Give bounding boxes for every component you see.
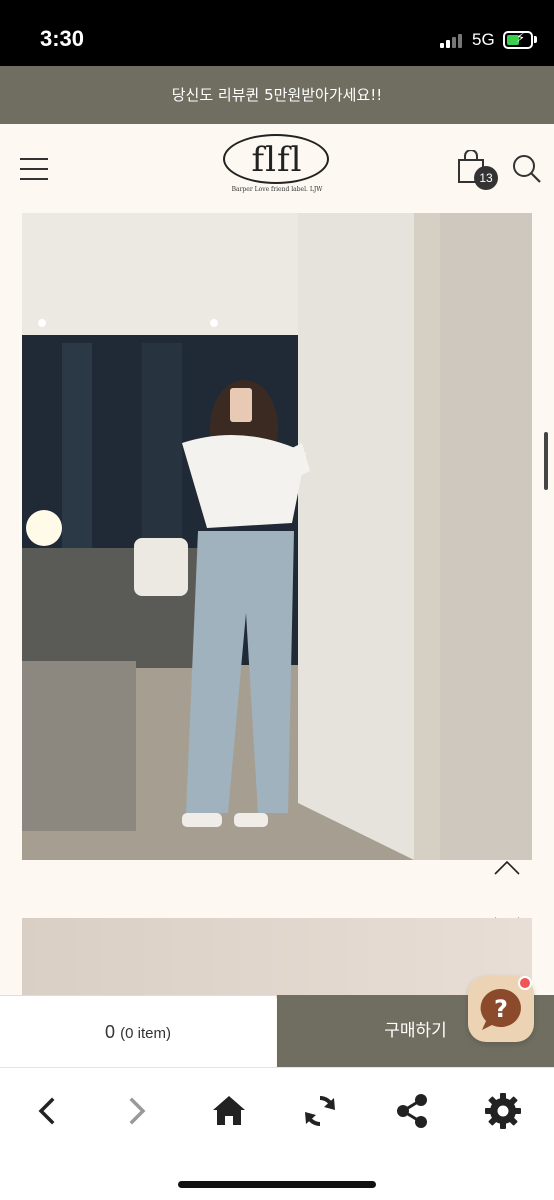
hamburger-icon[interactable] [20, 158, 48, 180]
notification-dot [518, 976, 532, 990]
cart-badge: 13 [474, 166, 498, 190]
logo-subtitle: Barper Love friend label. LJW [231, 186, 323, 193]
refresh-icon[interactable] [297, 1088, 343, 1134]
search-icon[interactable] [512, 154, 542, 184]
promo-text: 당신도 리뷰퀸 5만원받아가세요!! [171, 86, 383, 104]
share-icon[interactable] [389, 1088, 435, 1134]
logo[interactable]: flfl Barper Love friend label. LJW [222, 134, 332, 196]
arrow-right-icon[interactable] [116, 1088, 162, 1134]
battery-icon: ⚡ [503, 31, 533, 49]
arrow-left-icon[interactable] [24, 1088, 70, 1134]
signal-icon [440, 32, 464, 48]
cart-button[interactable]: 13 [456, 150, 500, 190]
battery-cap [534, 36, 537, 43]
cart-count-items: (0 item) [120, 1025, 171, 1042]
svg-text:?: ? [494, 995, 508, 1023]
site-header: flfl Barper Love friend label. LJW 13 [0, 124, 554, 214]
cart-count[interactable]: 0 (0 item) [0, 995, 276, 1067]
logo-text: flfl [251, 140, 303, 180]
home-icon[interactable] [206, 1088, 252, 1134]
cart-count-number: 0 [105, 1022, 116, 1042]
scrollbar-thumb[interactable] [544, 432, 548, 490]
gear-icon[interactable] [480, 1088, 526, 1134]
page: 3:30 5G ⚡ 당신도 리뷰퀸 5만원받아가세요!! flfl Barper… [0, 0, 554, 1200]
buy-button-label: 구매하기 [384, 1021, 447, 1041]
home-indicator[interactable] [178, 1181, 376, 1188]
product-image[interactable] [22, 213, 532, 860]
promo-banner[interactable]: 당신도 리뷰퀸 5만원받아가세요!! [0, 66, 554, 124]
status-time: 3:30 [40, 26, 85, 51]
browser-toolbar [0, 1067, 554, 1200]
network-type: 5G [472, 30, 495, 49]
product-photo-illustration [22, 213, 532, 860]
chevron-up-icon[interactable] [494, 858, 520, 876]
product-image-next[interactable] [22, 918, 532, 998]
status-bar: 3:30 5G ⚡ [0, 0, 554, 66]
